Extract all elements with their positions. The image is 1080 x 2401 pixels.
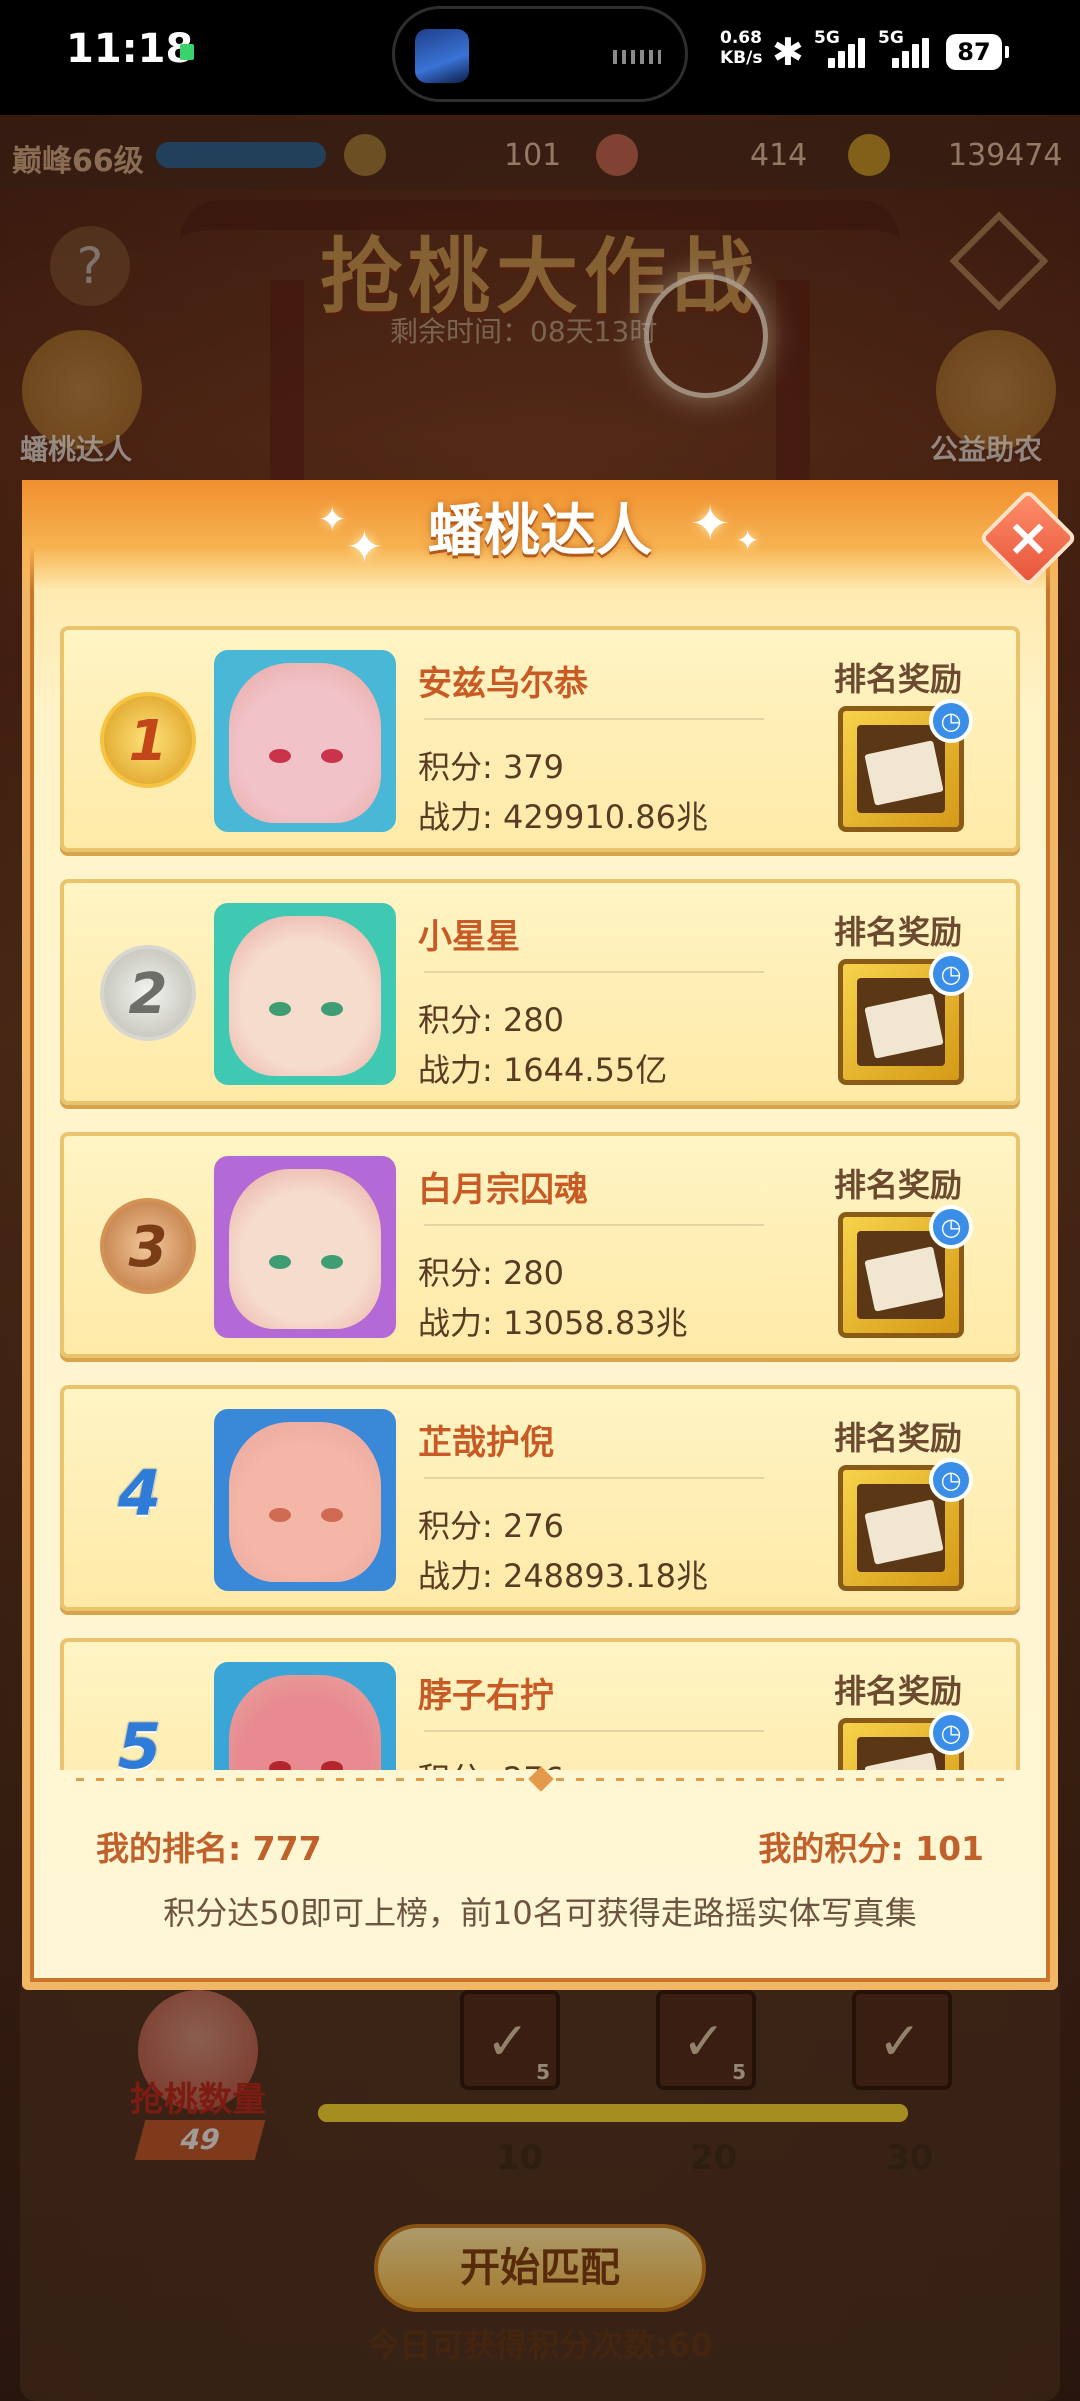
rank-number: 5	[118, 1710, 162, 1770]
my-score: 我的积分: 101	[758, 1829, 984, 1868]
clock-icon: ◷	[929, 699, 973, 743]
ranking-rule: 积分达50即可上榜，前10名可获得走路摇实体写真集	[163, 1894, 917, 1932]
reward-item[interactable]: ◷	[838, 1205, 973, 1338]
clock-icon: ◷	[929, 1458, 973, 1502]
player-power: 战力: 1644.55亿	[418, 1051, 668, 1089]
player-score: 积分: 276	[418, 1507, 565, 1545]
player-name: 芷哉护倪	[418, 1423, 554, 1463]
bluetooth-icon: ✱	[772, 30, 804, 74]
sparkle-icon: ✦	[736, 524, 760, 557]
clock-icon: ◷	[929, 1711, 973, 1755]
avatar-eye	[269, 1002, 291, 1016]
avatar-face	[229, 1675, 381, 1770]
player-power: 战力: 248893.18兆	[418, 1557, 709, 1595]
bronze-medal-icon: 3	[100, 1198, 196, 1294]
player-name: 小星星	[418, 917, 520, 957]
rank-number: 4	[118, 1457, 162, 1530]
signal-icon-1	[828, 38, 868, 68]
network-speed: 0.68 KB/s	[720, 28, 763, 68]
gold-medal-icon: 1	[100, 692, 196, 788]
player-power: 战力: 13058.83兆	[418, 1304, 688, 1342]
photo-book-icon	[864, 1246, 944, 1312]
silver-medal-icon: 2	[100, 945, 196, 1041]
reward-label: 排名奖励	[834, 660, 963, 698]
photo-book-icon	[864, 740, 944, 806]
avatar-eye	[269, 749, 291, 763]
sparkle-icon: ✦	[346, 522, 383, 573]
notification-icon	[180, 44, 194, 60]
dynamic-island[interactable]	[392, 6, 688, 102]
battery-icon: 87	[946, 34, 1009, 70]
clock-icon: ◷	[929, 952, 973, 996]
ranking-row[interactable]: 3 白月宗囚魂 积分: 280 战力: 13058.83兆 排名奖励 ◷	[60, 1132, 1020, 1358]
player-name: 安兹乌尔恭	[418, 664, 588, 704]
divider	[424, 1224, 764, 1226]
avatar[interactable]	[214, 1409, 396, 1591]
player-power: 战力: 429910.86兆	[418, 798, 709, 836]
diamond-icon	[528, 1766, 554, 1792]
reward-label: 排名奖励	[834, 1672, 963, 1710]
signal-icon-2	[892, 38, 932, 68]
divider	[424, 1477, 764, 1479]
player-score: 积分: 280	[418, 1254, 565, 1292]
avatar-eye	[269, 1255, 291, 1269]
avatar-face	[229, 663, 381, 823]
reward-label: 排名奖励	[834, 1419, 963, 1457]
player-score: 积分: 379	[418, 748, 565, 786]
reward-item[interactable]: ◷	[838, 1458, 973, 1591]
clock-time: 11:18	[66, 26, 194, 72]
avatar-eye	[269, 1508, 291, 1522]
my-rank: 我的排名: 777	[96, 1829, 322, 1868]
avatar-face	[229, 1422, 381, 1582]
sparkle-icon: ✦	[690, 496, 731, 552]
ranking-row[interactable]: 4 芷哉护倪 积分: 276 战力: 248893.18兆 排名奖励 ◷	[60, 1385, 1020, 1611]
reward-item[interactable]: ◷	[838, 1711, 973, 1770]
close-icon[interactable]: ×	[993, 503, 1063, 573]
divider	[424, 718, 764, 720]
photo-book-icon	[864, 1499, 944, 1565]
ranking-row[interactable]: 5 脖子右拧 积分: 276 排名奖励 ◷	[60, 1638, 1020, 1770]
avatar[interactable]	[214, 1156, 396, 1338]
avatar-eye	[269, 1761, 291, 1770]
photo-book-icon	[864, 1752, 944, 1770]
audio-wave-icon	[613, 50, 661, 64]
modal-title: 蟠桃达人	[428, 499, 652, 564]
avatar[interactable]	[214, 1662, 396, 1770]
avatar-face	[229, 916, 381, 1076]
player-score: 积分: 280	[418, 1001, 565, 1039]
reward-item[interactable]: ◷	[838, 952, 973, 1085]
avatar-face	[229, 1169, 381, 1329]
avatar-eye	[321, 1002, 343, 1016]
ranking-row[interactable]: 1 安兹乌尔恭 积分: 379 战力: 429910.86兆 排名奖励 ◷	[60, 626, 1020, 852]
app-icon	[415, 29, 469, 83]
avatar-eye	[321, 1761, 343, 1770]
avatar-eye	[321, 1255, 343, 1269]
reward-item[interactable]: ◷	[838, 699, 973, 832]
ranking-list[interactable]: 1 安兹乌尔恭 积分: 379 战力: 429910.86兆 排名奖励 ◷ 2 …	[56, 620, 1024, 1770]
status-bar: 11:18 0.68 KB/s ✱ 5G 5G 87	[0, 0, 1080, 115]
modal-footer: 我的排名: 777 我的积分: 101 积分达50即可上榜，前10名可获得走路摇…	[56, 1766, 1024, 1970]
divider	[424, 971, 764, 973]
reward-label: 排名奖励	[834, 913, 963, 951]
divider	[424, 1730, 764, 1732]
avatar[interactable]	[214, 903, 396, 1085]
avatar-eye	[321, 1508, 343, 1522]
player-name: 白月宗囚魂	[418, 1170, 588, 1210]
photo-book-icon	[864, 993, 944, 1059]
avatar-eye	[321, 749, 343, 763]
player-name: 脖子右拧	[418, 1676, 554, 1716]
ranking-row[interactable]: 2 小星星 积分: 280 战力: 1644.55亿 排名奖励 ◷	[60, 879, 1020, 1105]
avatar[interactable]	[214, 650, 396, 832]
reward-label: 排名奖励	[834, 1166, 963, 1204]
clock-icon: ◷	[929, 1205, 973, 1249]
sparkle-icon: ✦	[318, 500, 347, 540]
